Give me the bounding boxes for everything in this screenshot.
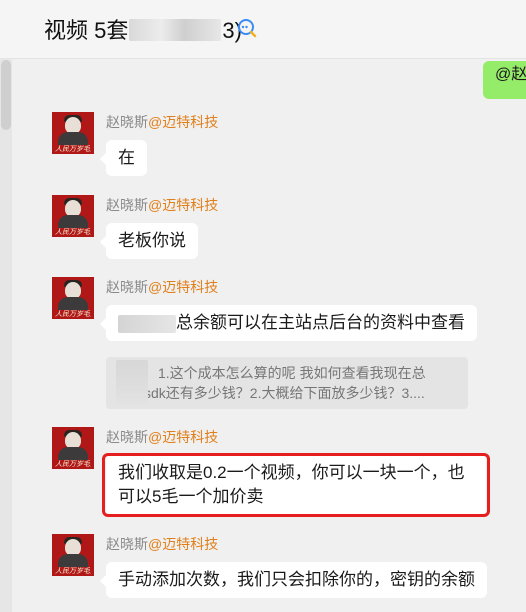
chat-title-prefix: 视频 5套 (44, 18, 129, 43)
sender-name[interactable]: 赵晓斯@迈特科技 (106, 195, 218, 215)
quote-text-line1: 1.这个成本怎么算的呢 我如何查看我现在总 (158, 365, 426, 381)
message-text: 手动添加次数，我们只会扣除你的，密钥的余额 (118, 570, 475, 589)
chat-header: 视频 5套 3) (0, 0, 526, 59)
message-bubble[interactable]: 在 (100, 140, 147, 176)
message-text: 老板你说 (118, 231, 186, 250)
sender-name[interactable]: 赵晓斯@迈特科技 (106, 112, 218, 132)
redacted-blur (116, 360, 148, 404)
message-bubble[interactable]: 老板你说 (100, 223, 198, 259)
highlight-box (102, 453, 490, 517)
avatar[interactable]: 人民万岁毛主席 (52, 112, 94, 154)
sender-name[interactable]: 赵晓斯@迈特科技 (106, 277, 218, 297)
chat-title[interactable]: 视频 5套 3) (44, 13, 242, 45)
avatar[interactable]: 人民万岁毛主席 (52, 195, 94, 237)
redacted-blur (129, 19, 222, 42)
avatar[interactable]: 人民万岁毛主席 (52, 534, 94, 576)
sender-name[interactable]: 赵晓斯@迈特科技 (106, 534, 218, 554)
scrollbar-thumb[interactable] (1, 60, 11, 130)
quote-text-line2: 后台sdk还有多少钱？2.大概给下面放多少钱？3.... (116, 385, 425, 401)
avatar[interactable]: 人民万岁毛主席 (52, 427, 94, 469)
message-bubble[interactable]: 总余额可以在主站点后台的资料中查看 (100, 305, 477, 341)
redacted-blur (118, 314, 176, 333)
sender-name[interactable]: 赵晓斯@迈特科技 (106, 427, 218, 447)
message-text: 在 (118, 148, 135, 167)
message-text: 总余额可以在主站点后台的资料中查看 (176, 313, 465, 332)
chat-bubble-icon[interactable] (236, 18, 258, 38)
quoted-message[interactable]: 1.这个成本怎么算的呢 我如何查看我现在总 后台sdk还有多少钱？2.大概给下面… (106, 357, 468, 409)
message-bubble[interactable]: 手动添加次数，我们只会扣除你的，密钥的余额 (100, 562, 487, 598)
own-message-bubble[interactable]: @赵 (483, 61, 526, 99)
scrollbar[interactable] (0, 58, 12, 612)
own-message-text: @赵 (495, 66, 526, 83)
avatar[interactable]: 人民万岁毛主席 (52, 277, 94, 319)
